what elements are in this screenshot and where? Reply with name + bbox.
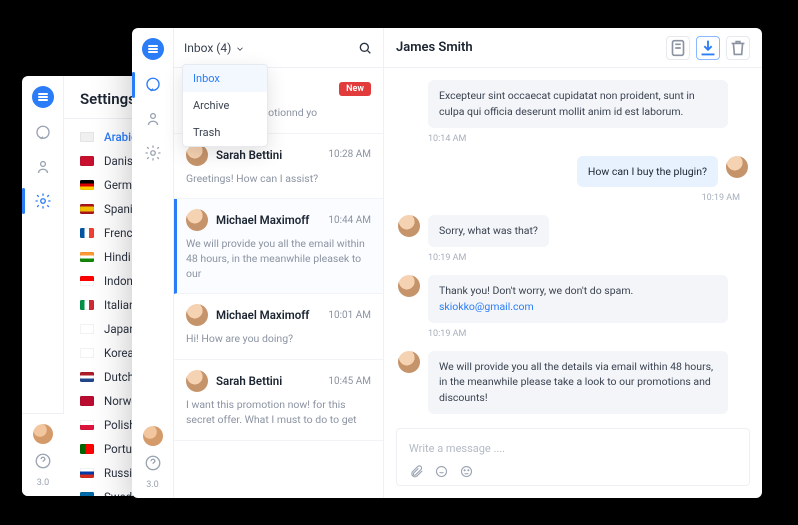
- flag-icon: [80, 492, 94, 496]
- message-timestamp: 10:19 AM: [398, 193, 740, 203]
- dropdown-item[interactable]: Trash: [183, 119, 267, 146]
- inbox-dropdown-trigger[interactable]: Inbox (4): [184, 41, 245, 55]
- flag-icon: [80, 348, 94, 358]
- message-input[interactable]: [409, 442, 737, 455]
- flag-icon: [80, 372, 94, 382]
- emoji-icon[interactable]: [459, 464, 474, 479]
- conversation-item[interactable]: Sarah Bettini 10:45 AM I want this promoti…: [174, 360, 383, 440]
- message-bubble: How can I buy the plugin?: [577, 156, 718, 188]
- attachment-icon[interactable]: [409, 464, 424, 479]
- conversation-snippet: We will provide you all the email within…: [186, 237, 371, 281]
- message-row: We will provide you all the details via …: [398, 351, 748, 414]
- language-label: Italian: [104, 298, 135, 312]
- avatar: [726, 156, 748, 178]
- conversation-title: James Smith: [396, 40, 473, 55]
- message-timestamp: 10:14 AM: [428, 134, 748, 144]
- flag-icon: [80, 132, 94, 142]
- settings-rail-footer: 3.0: [22, 413, 64, 496]
- language-label: Hindi: [104, 250, 131, 264]
- users-icon[interactable]: [144, 110, 162, 128]
- message-bubble: We will provide you all the details via …: [428, 351, 728, 414]
- message-bubble: Excepteur sint occaecat cupidatat non pr…: [428, 80, 728, 128]
- message-row: Excepteur sint occaecat cupidatat non pr…: [398, 80, 748, 128]
- avatar: [186, 209, 208, 231]
- message-bubble: Thank you! Don't worry, we don't do spam…: [428, 275, 728, 323]
- flag-icon: [80, 252, 94, 262]
- message-row: Thank you! Don't worry, we don't do spam…: [398, 275, 748, 323]
- conversation-time: 10:28 AM: [328, 149, 371, 160]
- conversation-snippet: Hi! How are you doing?: [186, 332, 371, 347]
- message-timestamp: 10:19 AM: [428, 253, 748, 263]
- users-icon[interactable]: [34, 158, 52, 176]
- gear-icon[interactable]: [34, 192, 52, 210]
- avatar[interactable]: [33, 424, 53, 444]
- transcript-icon[interactable]: [666, 36, 690, 60]
- conversation-snippet: Greetings! How can I assist?: [186, 172, 371, 187]
- flag-icon: [80, 324, 94, 334]
- version-label: 3.0: [37, 478, 50, 488]
- conversation-item[interactable]: Michael Maximoff 10:01 AM Hi! How are you …: [174, 294, 383, 360]
- chat-icon[interactable]: [34, 124, 52, 142]
- conversation-name: Michael Maximoff: [216, 308, 320, 322]
- flag-icon: [80, 444, 94, 454]
- app-logo-icon: [142, 38, 164, 60]
- conversation-header: James Smith: [384, 28, 762, 68]
- conversation-name: Michael Maximoff: [216, 213, 320, 227]
- dropdown-item[interactable]: Archive: [183, 92, 267, 119]
- inbox-label-text: Inbox (4): [184, 41, 231, 55]
- download-icon[interactable]: [696, 36, 720, 60]
- help-icon[interactable]: [34, 452, 52, 470]
- new-badge: New: [339, 82, 371, 96]
- help-icon[interactable]: [144, 454, 162, 472]
- flag-icon: [80, 276, 94, 286]
- chat-rail: 3.0: [132, 28, 174, 498]
- flag-icon: [80, 396, 94, 406]
- flag-icon: [80, 204, 94, 214]
- inbox-toolbar: Inbox (4) InboxArchiveTrash: [174, 28, 383, 68]
- flag-icon: [80, 156, 94, 166]
- app-logo-icon: [32, 86, 54, 108]
- gear-icon[interactable]: [144, 144, 162, 162]
- flag-icon: [80, 420, 94, 430]
- flag-icon: [80, 468, 94, 478]
- conversation-name: Sarah Bettini: [216, 148, 320, 162]
- dropdown-item[interactable]: Inbox: [183, 65, 267, 92]
- conversation-snippet: I want this promotion now! for this secr…: [186, 398, 371, 427]
- chat-icon[interactable]: [144, 76, 162, 94]
- flag-icon: [80, 180, 94, 190]
- conversation-name: Sarah Bettini: [216, 374, 320, 388]
- avatar: [398, 215, 420, 237]
- conversation-item[interactable]: Michael Maximoff 10:44 AM We will provide …: [174, 199, 383, 294]
- conversation-pane: Inbox (4) InboxArchiveTrash sa SattaNewn…: [174, 28, 384, 498]
- avatar: [398, 275, 420, 297]
- saved-reply-icon[interactable]: [434, 464, 449, 479]
- conversation-time: 10:44 AM: [328, 215, 371, 226]
- trash-icon[interactable]: [726, 36, 750, 60]
- composer: [396, 428, 750, 486]
- message-list: Excepteur sint occaecat cupidatat non pr…: [384, 68, 762, 428]
- language-label: Polish: [104, 418, 136, 432]
- conversation-time: 10:01 AM: [328, 310, 371, 321]
- message-pane: James Smith Excepteur sint occaecat cupi…: [384, 28, 762, 498]
- avatar: [186, 370, 208, 392]
- message-row: How can I buy the plugin?: [398, 156, 748, 188]
- flag-icon: [80, 228, 94, 238]
- language-label: Dutch: [104, 370, 134, 384]
- search-icon[interactable]: [357, 40, 373, 56]
- avatar: [186, 304, 208, 326]
- message-timestamp: 10:19 AM: [428, 329, 748, 339]
- chevron-down-icon: [235, 43, 245, 53]
- conversation-time: 10:45 AM: [328, 376, 371, 387]
- avatar[interactable]: [143, 426, 163, 446]
- chat-window: 3.0 Inbox (4) InboxArchiveTrash sa Satta…: [132, 28, 762, 498]
- settings-rail: 3.0: [22, 76, 64, 496]
- avatar: [398, 351, 420, 373]
- message-row: Sorry, what was that?: [398, 215, 748, 247]
- inbox-dropdown: InboxArchiveTrash: [182, 64, 268, 147]
- flag-icon: [80, 300, 94, 310]
- version-label: 3.0: [146, 480, 159, 490]
- message-bubble: Sorry, what was that?: [428, 215, 549, 247]
